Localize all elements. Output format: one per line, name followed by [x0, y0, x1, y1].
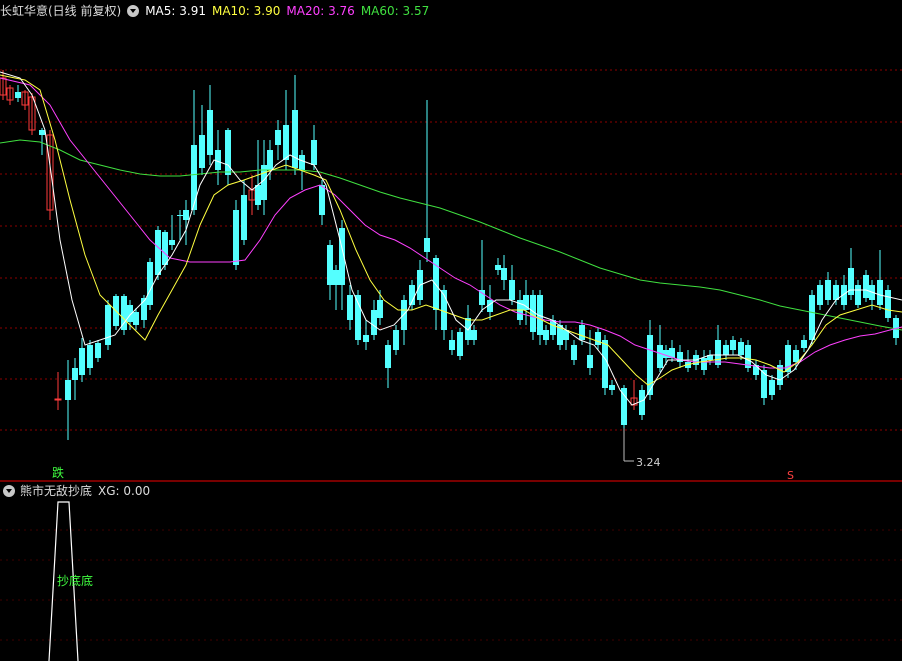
candle-body — [393, 330, 399, 350]
candle-body — [275, 130, 281, 145]
chevron-down-icon[interactable] — [3, 485, 15, 497]
candle-body — [215, 150, 221, 170]
candle-body — [363, 335, 369, 342]
candle-body — [162, 232, 168, 265]
candle-body — [267, 150, 273, 170]
low-price-label: 3.24 — [636, 456, 661, 469]
candle-body — [385, 345, 391, 368]
candle-body — [177, 215, 183, 216]
candle-body — [371, 310, 377, 335]
candle-body — [133, 312, 139, 325]
candle-body — [730, 340, 736, 350]
candle-body — [885, 290, 891, 318]
candle-body — [657, 345, 663, 368]
candle-body — [877, 280, 883, 305]
candle-body — [863, 275, 869, 298]
candle-body — [595, 332, 601, 345]
ma60-line — [0, 139, 902, 331]
candle-body — [95, 343, 101, 358]
candle-body — [449, 340, 455, 350]
candle-body — [639, 390, 645, 415]
candle-body — [457, 332, 463, 356]
candle-body — [377, 300, 383, 318]
indicator-header: 熊市无敌抄底 XG: 0.00 — [0, 481, 902, 501]
candle-body — [715, 340, 721, 365]
candle-body — [79, 348, 85, 375]
candle-body — [663, 350, 669, 358]
candle-body — [183, 210, 189, 220]
candle-body — [15, 92, 21, 98]
candle-body — [761, 370, 767, 398]
candle-body — [255, 185, 261, 205]
candle-body — [471, 330, 477, 340]
candle-body — [311, 140, 317, 165]
candle-body — [319, 185, 325, 215]
candles-layer — [0, 70, 899, 440]
candle-body — [571, 345, 577, 360]
candle-body — [169, 240, 175, 245]
candle-body — [155, 230, 161, 275]
candle-body — [241, 195, 247, 240]
candle-body — [424, 238, 430, 252]
xg-value-label: XG: 0.00 — [98, 484, 151, 498]
candle-body — [855, 285, 861, 305]
candle-body — [809, 295, 815, 340]
candle-body — [479, 290, 485, 305]
candle-body — [207, 110, 213, 155]
candlestick-chart[interactable]: 3.24 跌 S 抄底底 — [0, 0, 902, 661]
candle-body — [609, 385, 615, 390]
candle-body — [509, 280, 515, 300]
buy-signal-label: 抄底底 — [57, 573, 93, 588]
candle-body — [147, 262, 153, 305]
candle-body — [825, 280, 831, 300]
candle-body — [333, 270, 339, 285]
candle-body — [199, 135, 205, 168]
candle-body — [769, 380, 775, 395]
candle-body — [72, 368, 78, 380]
candle-body — [841, 285, 847, 305]
candle-body — [299, 155, 305, 170]
candle-body — [723, 345, 729, 355]
indicator-title[interactable]: 熊市无敌抄底 — [20, 484, 92, 498]
candle-body — [191, 145, 197, 210]
candle-body — [602, 340, 608, 388]
candle-body — [501, 268, 507, 280]
candle-body — [233, 210, 239, 265]
candle-body — [54, 398, 62, 401]
candle-body — [65, 380, 71, 400]
candle-body — [801, 340, 807, 348]
candle-body — [738, 342, 744, 355]
candle-body — [465, 318, 471, 340]
candle-body — [833, 285, 839, 300]
candle-body — [579, 325, 585, 340]
candle-body — [327, 245, 333, 285]
candle-body — [39, 130, 45, 135]
candle-body — [87, 345, 93, 368]
candle-body — [105, 305, 111, 345]
candle-body — [543, 330, 549, 340]
candle-body — [121, 296, 127, 330]
candle-body — [347, 295, 353, 320]
candle-body — [587, 355, 593, 368]
candle-body — [793, 350, 799, 362]
candle-body — [283, 125, 289, 160]
signal-die-label: 跌 — [52, 465, 64, 480]
candle-body — [621, 388, 627, 425]
candle-body — [495, 265, 501, 270]
candle-body — [292, 110, 298, 168]
indicator-panel — [0, 529, 902, 641]
candle-body — [817, 285, 823, 305]
candle-body — [701, 358, 707, 370]
